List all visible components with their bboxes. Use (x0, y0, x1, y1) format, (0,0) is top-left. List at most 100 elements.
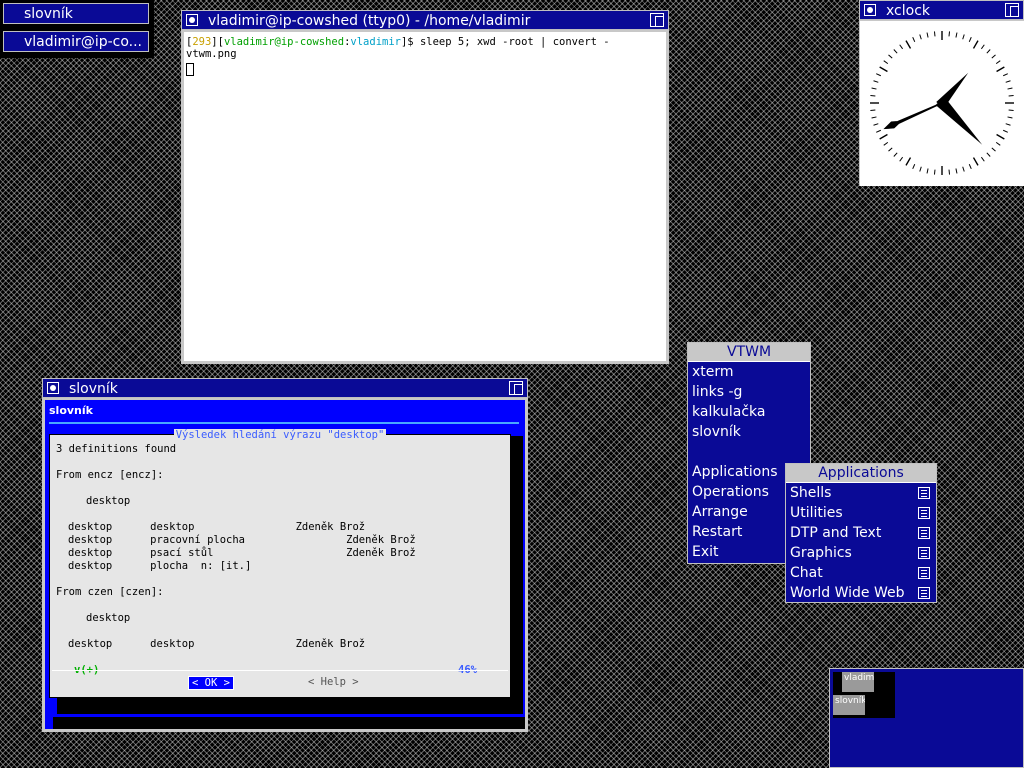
menu-item-links[interactable]: links -g (688, 382, 810, 402)
prompt-host: ip-cowshed (280, 36, 345, 48)
icon-manager-item-xterm[interactable]: vladimir@ip-co... (3, 31, 149, 52)
result-line: desktop pracovní plocha Zdeněk Brož (68, 534, 416, 546)
slovnik-body: slovník Výsledek hledání výrazu "desktop… (45, 400, 525, 729)
ok-button[interactable]: < OK > (188, 676, 234, 690)
pager-window-xterm[interactable]: vladim (842, 672, 874, 692)
clock-tick (968, 37, 972, 42)
icon-manager-item-slovnik[interactable]: slovník (3, 3, 149, 24)
menu-item-kalkulacka[interactable]: kalkulačka (688, 402, 810, 422)
clock-tick (1007, 87, 1013, 90)
clock-tick (962, 166, 965, 172)
clock-tick (926, 32, 929, 38)
clock-tick (1003, 129, 1008, 133)
second-hand (883, 102, 943, 130)
clock-tick (912, 37, 916, 42)
clock-tick (933, 31, 936, 37)
iconify-icon[interactable] (864, 4, 876, 16)
terminal-cursor (186, 63, 194, 76)
result-line: desktop psací stůl Zdeněk Brož (68, 547, 416, 559)
menu-item-spacer (688, 442, 810, 462)
clock-tick (899, 44, 904, 50)
result-line: desktop (86, 612, 131, 624)
clock-tick (995, 60, 1001, 65)
clock-tick (871, 87, 877, 90)
clock-tick (948, 31, 951, 37)
clock-tick (919, 34, 922, 40)
clock-tick (883, 141, 889, 146)
xterm-titlebar[interactable]: vladimir@ip-cowshed (ttyp0) - /home/vlad… (181, 10, 669, 30)
clock-tick (962, 34, 965, 40)
menu-item-slovnik[interactable]: slovník (688, 422, 810, 442)
clock-tick (968, 164, 972, 169)
submenu-icon (918, 547, 930, 559)
terminal-prompt-line: [293][vladimir@ip-cowshed:vladimir]$ sle… (186, 36, 664, 60)
vtwm-menu-title: VTWM (688, 343, 810, 362)
clock-tick (991, 54, 996, 59)
clock-tick (1008, 109, 1014, 112)
menu-item-world-wide-web[interactable]: World Wide Web (786, 583, 936, 603)
resize-icon[interactable] (1005, 3, 1019, 17)
clock-tick (996, 133, 1005, 140)
result-dialog: Výsledek hledání výrazu "desktop" 3 defi… (49, 429, 511, 698)
menu-item-graphics[interactable]: Graphics (786, 543, 936, 563)
clock-tick (933, 169, 936, 175)
clock-tick (1005, 123, 1011, 126)
divider (49, 422, 519, 424)
clock-tick (1008, 94, 1014, 97)
clock-tick (879, 66, 888, 73)
clock-tick (905, 40, 912, 49)
menu-item-xterm[interactable]: xterm (688, 362, 810, 382)
xclock-titlebar[interactable]: xclock (859, 0, 1024, 20)
menu-item-label: World Wide Web (790, 585, 905, 601)
terminal-area[interactable]: [293][vladimir@ip-cowshed:vladimir]$ sle… (184, 32, 666, 361)
prompt-dir: vladimir (350, 36, 401, 48)
clock-tick (873, 123, 879, 126)
applications-menu: Applications Shells Utilities DTP and Te… (785, 463, 937, 603)
xterm-title: vladimir@ip-cowshed (ttyp0) - /home/vlad… (208, 13, 531, 29)
xclock-title: xclock (886, 3, 930, 19)
slovnik-titlebar[interactable]: slovník (42, 378, 528, 398)
clock-tick (876, 129, 881, 133)
result-line: From encz [encz]: (56, 469, 164, 481)
submenu-icon (918, 527, 930, 539)
result-line: From czen [czen]: (56, 586, 164, 598)
iconify-icon[interactable] (47, 382, 59, 394)
slovnik-title: slovník (69, 381, 118, 397)
menu-item-dtp-and-text[interactable]: DTP and Text (786, 523, 936, 543)
clock-tick (899, 156, 904, 162)
resize-icon[interactable] (650, 13, 664, 27)
xterm-window: vladimir@ip-cowshed (ttyp0) - /home/vlad… (181, 10, 669, 364)
clock-tick (955, 168, 958, 174)
resize-icon[interactable] (509, 381, 523, 395)
scrollbar-track[interactable] (45, 717, 525, 729)
clock-tick (986, 49, 991, 54)
clock-tick (980, 156, 985, 162)
menu-item-utilities[interactable]: Utilities (786, 503, 936, 523)
menu-item-label: Shells (790, 485, 832, 501)
clock-face (860, 21, 1024, 186)
result-line: 3 definitions found (56, 443, 177, 455)
menu-item-chat[interactable]: Chat (786, 563, 936, 583)
scrollbar-edge (45, 717, 53, 729)
clock-tick (995, 141, 1001, 146)
menu-item-shells[interactable]: Shells (786, 483, 936, 503)
clock-tick (912, 164, 916, 169)
desktop-pager[interactable]: vladim slovník (829, 668, 1024, 768)
icon-manager: slovník vladimir@ip-co... (0, 0, 154, 58)
iconify-icon[interactable] (186, 14, 198, 26)
pager-window-slovnik[interactable]: slovník (833, 695, 865, 715)
clock-tick (888, 54, 893, 59)
dialog-heading: Výsledek hledání výrazu "desktop" (173, 429, 387, 441)
help-button[interactable]: < Help > (308, 676, 359, 688)
slovnik-window: slovník slovník Výsledek hledání výrazu … (42, 378, 528, 732)
clock-dial (870, 31, 1014, 175)
clock-tick (1005, 80, 1011, 83)
clock-tick (980, 44, 985, 50)
clock-tick (972, 40, 979, 49)
result-line: desktop desktop Zdeněk Brož (68, 521, 366, 533)
clock-tick (1007, 116, 1013, 119)
clock-tick (893, 49, 898, 54)
dialog-divider (52, 670, 508, 671)
clock-tick (972, 157, 979, 166)
prompt-user: vladimir (223, 36, 275, 48)
